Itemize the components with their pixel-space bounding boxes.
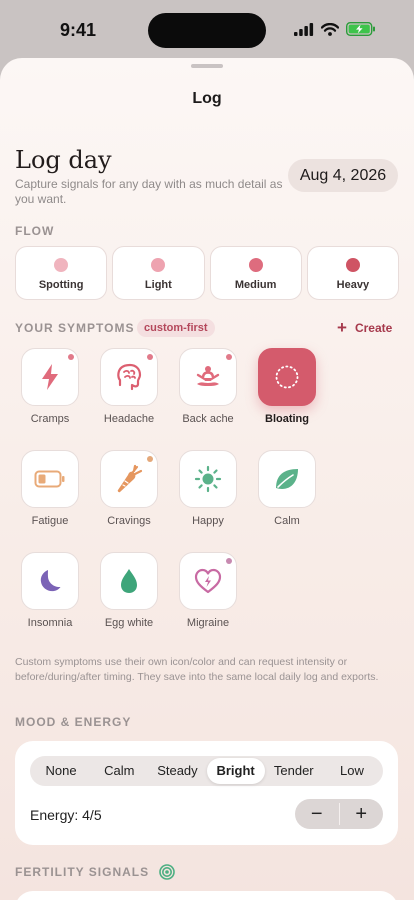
lightning-icon <box>42 364 58 390</box>
date-picker-button[interactable]: Aug 4, 2026 <box>288 159 398 192</box>
nav-title: Log <box>192 90 222 107</box>
flow-option-light[interactable]: Light <box>112 246 205 300</box>
flow-option-heavy[interactable]: Heavy <box>306 246 399 300</box>
flow-option-label: Medium <box>234 279 277 291</box>
symptom-tile[interactable] <box>21 450 79 508</box>
flow-dot <box>248 258 263 272</box>
wifi-icon <box>321 22 339 36</box>
mood-segmented-control: None Calm Steady Bright Tender Low <box>30 756 383 786</box>
custom-first-tag: custom-first <box>137 319 215 337</box>
symptom-tile[interactable] <box>179 450 237 508</box>
battery-charging-icon <box>346 22 375 36</box>
carrot-icon <box>117 464 143 493</box>
symptom-tile[interactable] <box>21 348 79 406</box>
heart-bolt-icon <box>194 568 222 594</box>
leaf-icon <box>276 469 298 489</box>
custom-dot <box>68 354 74 360</box>
flow-dot <box>54 258 69 272</box>
fertility-section-header: FERTILITY SIGNALS <box>15 864 175 880</box>
status-icons <box>294 22 376 36</box>
flow-section-label: FLOW <box>15 224 55 238</box>
mood-section-label: MOOD & ENERGY <box>15 715 132 729</box>
flow-option-label: Light <box>144 279 172 291</box>
create-symptom-button[interactable]: + Create <box>337 319 392 337</box>
energy-stepper: − + <box>295 799 383 829</box>
symptom-tile[interactable] <box>258 450 316 508</box>
symptom-label: Cramps <box>30 413 70 425</box>
symptom-label: Egg white <box>104 617 154 629</box>
energy-decrement-button[interactable]: − <box>295 799 339 829</box>
sheet-grabber[interactable] <box>191 64 223 68</box>
fertility-section-label: FERTILITY SIGNALS <box>15 865 150 879</box>
status-time: 9:41 <box>60 20 97 40</box>
symptom-label: Calm <box>274 515 300 527</box>
dynamic-island <box>148 13 266 48</box>
symptom-tile[interactable] <box>100 552 158 610</box>
flow-options: Spotting Light Medium Heavy <box>15 246 399 300</box>
custom-dot <box>147 456 153 462</box>
fertility-card <box>15 891 398 900</box>
sun-icon <box>194 465 222 493</box>
custom-symptoms-note: Custom symptoms use their own icon/color… <box>15 656 379 683</box>
cellular-signal-icon <box>294 22 314 36</box>
mood-option-steady[interactable]: Steady <box>148 758 206 784</box>
symptom-label: Cravings <box>107 515 151 527</box>
low-battery-icon <box>34 470 65 488</box>
status-bar: 9:41 <box>0 0 414 60</box>
symptom-label: Fatigue <box>31 515 69 527</box>
symptoms-section-label: YOUR SYMPTOMS <box>15 321 135 335</box>
flow-option-spotting[interactable]: Spotting <box>15 246 108 300</box>
drop-icon <box>121 569 137 593</box>
dotted-circle-icon <box>275 365 299 389</box>
symptom-tile[interactable] <box>100 348 158 406</box>
custom-dot <box>226 354 232 360</box>
custom-dot <box>147 354 153 360</box>
mood-energy-card: None Calm Steady Bright Tender Low Energ… <box>15 741 398 845</box>
symptom-tile[interactable] <box>21 552 79 610</box>
mood-option-bright[interactable]: Bright <box>206 758 265 784</box>
target-icon <box>159 864 175 880</box>
symptom-label: Headache <box>103 413 155 425</box>
symptom-label: Back ache <box>182 413 234 425</box>
create-label: Create <box>354 321 393 335</box>
log-sheet: Log Log day Capture signals for any day … <box>0 58 414 900</box>
flow-dot <box>151 258 166 272</box>
moon-icon <box>40 570 61 592</box>
custom-dot <box>226 558 232 564</box>
flow-option-label: Heavy <box>336 279 370 291</box>
symptom-tile[interactable] <box>179 348 237 406</box>
page-title: Log day <box>15 146 112 174</box>
plus-icon: + <box>337 318 347 337</box>
meditation-figure-icon <box>196 366 220 386</box>
brain-icon <box>117 363 142 391</box>
page-subtitle: Capture signals for any day with as much… <box>15 177 283 206</box>
mood-option-tender[interactable]: Tender <box>265 758 323 784</box>
energy-label: Energy: 4/5 <box>30 807 102 823</box>
symptom-label: Migraine <box>186 617 230 629</box>
symptom-tile[interactable] <box>258 348 316 406</box>
mood-option-low[interactable]: Low <box>323 758 381 784</box>
mood-option-calm[interactable]: Calm <box>90 758 148 784</box>
energy-increment-button[interactable]: + <box>340 799 384 829</box>
symptom-tile[interactable] <box>100 450 158 508</box>
flow-option-label: Spotting <box>38 279 84 291</box>
flow-option-medium[interactable]: Medium <box>209 246 302 300</box>
flow-dot <box>345 258 360 272</box>
symptom-label: Insomnia <box>27 617 73 629</box>
symptom-label: Happy <box>192 515 224 527</box>
symptom-label: Bloating <box>265 413 309 425</box>
mood-option-none[interactable]: None <box>32 758 90 784</box>
symptom-tile[interactable] <box>179 552 237 610</box>
